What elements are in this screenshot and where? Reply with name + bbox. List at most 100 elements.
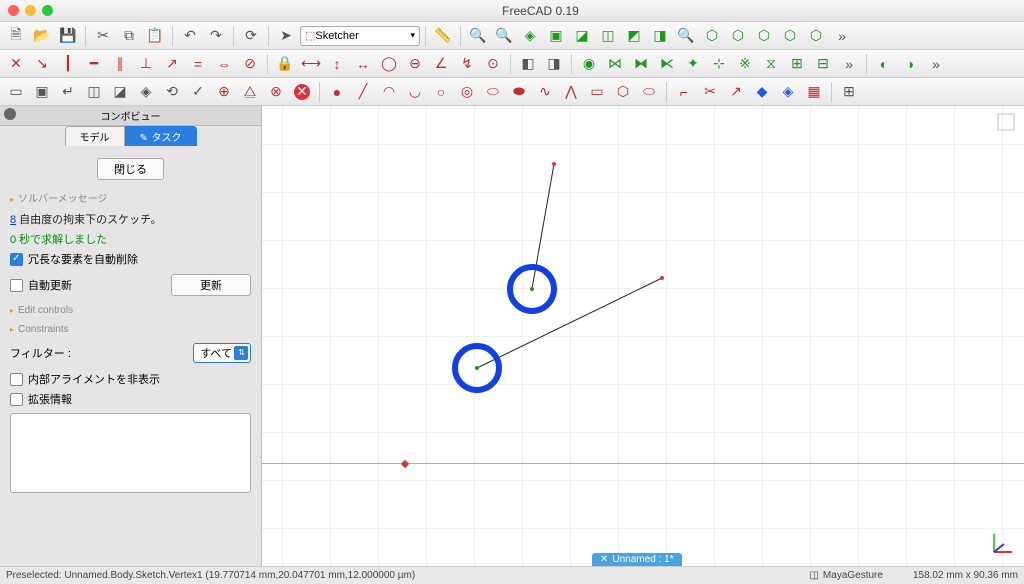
- constraint-dist-icon[interactable]: ↔: [351, 53, 375, 75]
- bounding-box-icon[interactable]: ▣: [544, 25, 568, 47]
- iso-view-icon[interactable]: ◪: [570, 25, 594, 47]
- view-icon[interactable]: ◫: [596, 25, 620, 47]
- new-file-icon[interactable]: 🗎: [4, 25, 28, 47]
- create-ellipse3-icon[interactable]: ⬬: [507, 81, 531, 103]
- create-polyline-icon[interactable]: ⋀: [559, 81, 583, 103]
- select-haxis-icon[interactable]: ※: [733, 53, 757, 75]
- stop-op-icon[interactable]: ⊗: [264, 81, 288, 103]
- view-icon[interactable]: ◨: [648, 25, 672, 47]
- more-icon[interactable]: »: [837, 53, 861, 75]
- select-conflict-icon[interactable]: ◉: [577, 53, 601, 75]
- document-tab[interactable]: ✕Unnamed : 1*: [592, 553, 682, 566]
- external-geo-icon[interactable]: ◆: [750, 81, 774, 103]
- constraint-tangent-icon[interactable]: ↗: [160, 53, 184, 75]
- constraint-coincident-icon[interactable]: ✕: [4, 53, 28, 75]
- sketch-line[interactable]: [477, 278, 662, 368]
- nav-cube-icon[interactable]: [994, 110, 1018, 134]
- view-section-icon[interactable]: ◪: [108, 81, 132, 103]
- constraint-distx-icon[interactable]: ⟷: [299, 53, 323, 75]
- sketch-endpoint[interactable]: [552, 162, 556, 166]
- more-icon[interactable]: »: [830, 25, 854, 47]
- create-arc3-icon[interactable]: ◡: [403, 81, 427, 103]
- draw-style-icon[interactable]: ◈: [518, 25, 542, 47]
- constraint-snell-icon[interactable]: ↯: [455, 53, 479, 75]
- create-rect-icon[interactable]: ▭: [585, 81, 609, 103]
- status-navstyle[interactable]: MayaGesture: [823, 570, 883, 581]
- cube-rear-icon[interactable]: ⬡: [804, 25, 828, 47]
- constraint-horizontal-icon[interactable]: ━: [82, 53, 106, 75]
- constraint-parallel-icon[interactable]: ∥: [108, 53, 132, 75]
- zoom-icon[interactable]: 🔍: [674, 25, 698, 47]
- toggle-active-icon[interactable]: ◨: [542, 53, 566, 75]
- validate-icon[interactable]: ✓: [186, 81, 210, 103]
- constraint-point-on-icon[interactable]: ↘: [30, 53, 54, 75]
- extended-info-checkbox[interactable]: [10, 393, 23, 406]
- create-bspline-icon[interactable]: ∿: [533, 81, 557, 103]
- sketch-center[interactable]: [475, 366, 479, 370]
- select-origin-icon[interactable]: ✦: [681, 53, 705, 75]
- 3d-viewport[interactable]: ✕Unnamed : 1*: [262, 106, 1024, 566]
- minimize-window-icon[interactable]: [25, 5, 36, 16]
- cube-iso-icon[interactable]: ⬡: [700, 25, 724, 47]
- select-assoc-icon[interactable]: ⧔: [655, 53, 679, 75]
- bspline-poly-icon[interactable]: ◑: [898, 53, 922, 75]
- sketch-center[interactable]: [530, 287, 534, 291]
- new-sketch-icon[interactable]: ▭: [4, 81, 28, 103]
- select-vaxis-icon[interactable]: ⊹: [707, 53, 731, 75]
- constraint-symmetric-icon[interactable]: ⇔: [212, 53, 236, 75]
- cut-icon[interactable]: ✂: [91, 25, 115, 47]
- create-fillet-icon[interactable]: ⌐: [672, 81, 696, 103]
- cursor-icon[interactable]: ➤: [274, 25, 298, 47]
- constraint-block-icon[interactable]: ⊘: [238, 53, 262, 75]
- constraint-disty-icon[interactable]: ↕: [325, 53, 349, 75]
- save-file-icon[interactable]: 💾: [56, 25, 80, 47]
- constraints-header[interactable]: Constraints: [10, 324, 251, 335]
- create-polygon-icon[interactable]: ⬡: [611, 81, 635, 103]
- paste-icon[interactable]: 📋: [143, 25, 167, 47]
- constraint-perpendicular-icon[interactable]: ⊥: [134, 53, 158, 75]
- view-icon[interactable]: ◩: [622, 25, 646, 47]
- workbench-selector[interactable]: ⬚ Sketcher ▾: [300, 26, 420, 46]
- create-circle3-icon[interactable]: ◎: [455, 81, 479, 103]
- select-redundant-icon[interactable]: ⋈: [603, 53, 627, 75]
- constraint-diameter-icon[interactable]: ⊖: [403, 53, 427, 75]
- create-line-icon[interactable]: ╱: [351, 81, 375, 103]
- filter-select[interactable]: すべて ⇅: [193, 343, 251, 363]
- constraint-lock-icon[interactable]: 🔒: [273, 53, 297, 75]
- open-file-icon[interactable]: 📂: [30, 25, 54, 47]
- clone-icon[interactable]: ⊞: [785, 53, 809, 75]
- copy-icon[interactable]: ⧉: [117, 25, 141, 47]
- select-elements-icon[interactable]: ⧓: [629, 53, 653, 75]
- create-point-icon[interactable]: ●: [325, 81, 349, 103]
- switch-vspace-icon[interactable]: ⊞: [837, 81, 861, 103]
- copy-geo-icon[interactable]: ⊟: [811, 53, 835, 75]
- redo-icon[interactable]: ↷: [204, 25, 228, 47]
- gear-icon[interactable]: [4, 108, 16, 120]
- reorient-icon[interactable]: ⟲: [160, 81, 184, 103]
- refresh-icon[interactable]: ⟳: [239, 25, 263, 47]
- constraint-vertical-icon[interactable]: ┃: [56, 53, 80, 75]
- carbon-copy-icon[interactable]: ◈: [776, 81, 800, 103]
- merge-sketches-icon[interactable]: ⊕: [212, 81, 236, 103]
- undo-icon[interactable]: ↶: [178, 25, 202, 47]
- extend-icon[interactable]: ↗: [724, 81, 748, 103]
- bspline-degree-icon[interactable]: ◐: [872, 53, 896, 75]
- cube-right-icon[interactable]: ⬡: [778, 25, 802, 47]
- update-button[interactable]: 更新: [171, 274, 251, 296]
- auto-remove-checkbox[interactable]: [10, 253, 23, 266]
- more-icon[interactable]: »: [924, 53, 948, 75]
- measure-icon[interactable]: 📏: [431, 25, 455, 47]
- toggle-construction-icon[interactable]: ◧: [516, 53, 540, 75]
- trim-icon[interactable]: ✂: [698, 81, 722, 103]
- close-window-icon[interactable]: [8, 5, 19, 16]
- create-arc-icon[interactable]: ◠: [377, 81, 401, 103]
- zoom-fit-icon[interactable]: 🔍: [466, 25, 490, 47]
- toggle-constr-icon[interactable]: ▦: [802, 81, 826, 103]
- constraint-angle-icon[interactable]: ∠: [429, 53, 453, 75]
- edit-sketch-icon[interactable]: ▣: [30, 81, 54, 103]
- solver-messages-header[interactable]: ソルバーメッセージ: [10, 190, 251, 205]
- constraint-internal-icon[interactable]: ⊙: [481, 53, 505, 75]
- create-slot-icon[interactable]: ⬭: [637, 81, 661, 103]
- mirror-sketch-icon[interactable]: ⧋: [238, 81, 262, 103]
- hide-alignment-checkbox[interactable]: [10, 373, 23, 386]
